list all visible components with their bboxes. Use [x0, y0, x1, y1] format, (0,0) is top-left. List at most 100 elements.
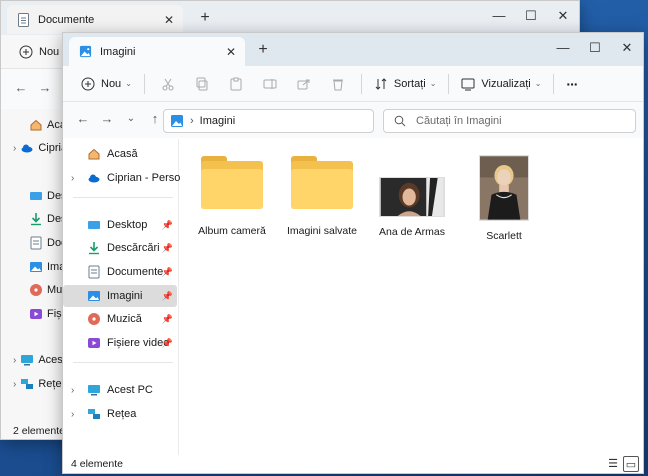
sidebar-item-videos[interactable]: Fișiere video 📌: [63, 332, 177, 354]
command-bar: Nou ⌄ Sortați ⌄ Vizualizați ⌄ ···: [63, 66, 643, 102]
sidebar-item-cloud[interactable]: › Ciprian - Personal: [63, 167, 195, 189]
forward-arrow-icon[interactable]: →: [95, 108, 119, 132]
tiles-view-icon[interactable]: ▭: [623, 456, 639, 472]
search-box[interactable]: Căutați în Imagini: [383, 109, 636, 133]
toolbar-divider: [360, 73, 362, 94]
network-icon: [88, 409, 100, 419]
document-icon: [88, 265, 100, 279]
minimize-icon[interactable]: —: [483, 1, 515, 33]
sidebar-item-music[interactable]: Muzică 📌: [63, 308, 177, 330]
chevron-right-icon[interactable]: ›: [71, 173, 74, 184]
pin-icon[interactable]: 📌: [162, 220, 173, 231]
front-explorer-window[interactable]: Imagini ✕ + — ☐ ✕ Nou ⌄ Sortați ⌄ Vizual…: [62, 32, 644, 474]
back-arrow-icon[interactable]: ←: [71, 108, 95, 132]
view-button[interactable]: Vizualizați ⌄: [455, 70, 547, 98]
folder-item[interactable]: Album cameră: [190, 156, 274, 237]
copy-button[interactable]: [185, 70, 219, 98]
chevron-right-icon[interactable]: ›: [71, 385, 74, 396]
address-path: Imagini: [199, 115, 236, 127]
item-label: Ana de Armas: [379, 226, 445, 238]
cloud-icon: [21, 144, 33, 153]
sidebar-divider: [73, 197, 173, 198]
cut-button[interactable]: [151, 70, 185, 98]
close-tab-icon[interactable]: ✕: [159, 13, 179, 27]
cut-icon: [162, 78, 174, 90]
maximize-icon[interactable]: ☐: [515, 1, 547, 33]
sidebar-item-downloads[interactable]: Descărcări 📌: [63, 237, 177, 259]
status-item-count: 4 elemente: [71, 458, 123, 470]
chevron-right-icon: ›: [190, 115, 194, 127]
portrait-photo-thumbnail: [479, 155, 529, 221]
back-tab-documente[interactable]: Documente ✕: [7, 5, 183, 34]
pc-icon: [21, 355, 34, 366]
plus-circle-icon: [81, 77, 95, 90]
pin-icon[interactable]: 📌: [162, 314, 173, 325]
close-icon[interactable]: ✕: [611, 33, 643, 65]
document-icon: [30, 236, 42, 250]
pin-icon[interactable]: 📌: [162, 338, 173, 349]
rename-button[interactable]: [253, 70, 287, 98]
sidebar-item-this-pc[interactable]: › Acest PC: [63, 379, 177, 401]
view-label: Vizualizați: [481, 77, 531, 90]
recent-locations-chevron-icon[interactable]: ⌄: [119, 108, 143, 132]
close-tab-icon[interactable]: ✕: [221, 45, 241, 59]
sidebar-item-documents[interactable]: Documente 📌: [63, 261, 177, 283]
item-label: Scarlett: [486, 230, 522, 242]
new-tab-button[interactable]: +: [253, 41, 273, 61]
sidebar-item-desktop[interactable]: Desktop 📌: [63, 214, 177, 236]
video-icon: [30, 309, 42, 319]
more-options-button[interactable]: ···: [560, 70, 583, 98]
back-nav-forward-icon[interactable]: →: [33, 77, 57, 101]
music-icon: [30, 284, 42, 296]
download-icon: [31, 213, 41, 226]
share-icon: [297, 79, 310, 89]
rename-icon: [263, 78, 277, 89]
image-icon: [30, 262, 42, 272]
front-tab-imagini[interactable]: Imagini ✕: [69, 37, 245, 66]
new-button[interactable]: Nou ⌄: [75, 70, 138, 98]
back-new-label: Nou: [39, 45, 60, 58]
minimize-icon[interactable]: —: [547, 33, 579, 65]
details-view-icon[interactable]: ☰: [605, 456, 621, 472]
maximize-icon[interactable]: ☐: [579, 33, 611, 65]
image-icon: [79, 45, 92, 58]
plus-circle-icon: [19, 45, 33, 58]
toolbar-divider: [143, 73, 145, 94]
address-bar[interactable]: › Imagini ↻: [163, 109, 393, 133]
back-sidebar-item-network[interactable]: › Rețea: [13, 373, 68, 395]
document-icon: [18, 12, 29, 27]
paste-button[interactable]: [219, 70, 253, 98]
back-nav-back-icon[interactable]: ←: [9, 77, 33, 101]
new-tab-button[interactable]: +: [195, 9, 215, 29]
sidebar-item-home[interactable]: Acasă: [63, 143, 177, 165]
front-window-controls: — ☐ ✕: [547, 33, 643, 65]
network-icon: [21, 379, 34, 389]
delete-button[interactable]: [321, 70, 355, 98]
back-sidebar-item-this-pc[interactable]: › Acest: [13, 349, 66, 371]
pin-icon[interactable]: 📌: [162, 267, 173, 278]
trash-icon: [332, 79, 343, 90]
photo-item[interactable]: Ana de Armas: [370, 177, 454, 238]
back-tab-title: Documente: [38, 13, 95, 26]
photo-item[interactable]: Scarlett: [462, 155, 546, 242]
back-titlebar: Documente ✕ + — ☐ ✕: [1, 1, 579, 35]
desktop-icon: [30, 192, 42, 200]
close-icon[interactable]: ✕: [547, 1, 579, 33]
view-icon: [461, 78, 475, 90]
chevron-right-icon: ›: [13, 354, 17, 366]
sort-button[interactable]: Sortați ⌄: [368, 70, 443, 98]
chevron-right-icon[interactable]: ›: [71, 409, 74, 420]
pin-icon[interactable]: 📌: [162, 291, 173, 302]
sidebar-item-pictures[interactable]: Imagini 📌: [63, 285, 177, 307]
chevron-down-icon: ⌄: [534, 79, 542, 88]
pin-icon[interactable]: 📌: [162, 243, 173, 254]
item-label: Imagini salvate: [286, 225, 358, 237]
video-icon: [88, 338, 100, 348]
folder-item[interactable]: Imagini salvate: [280, 156, 364, 237]
share-button[interactable]: [287, 70, 321, 98]
chevron-down-icon: ⌄: [429, 79, 437, 88]
navigation-pane: Acasă › Ciprian - Personal Desktop 📌 Des…: [63, 139, 195, 457]
sort-icon: [375, 77, 387, 90]
sidebar-item-network[interactable]: › Rețea: [63, 403, 177, 425]
portrait-photo-thumbnail: [379, 177, 445, 217]
